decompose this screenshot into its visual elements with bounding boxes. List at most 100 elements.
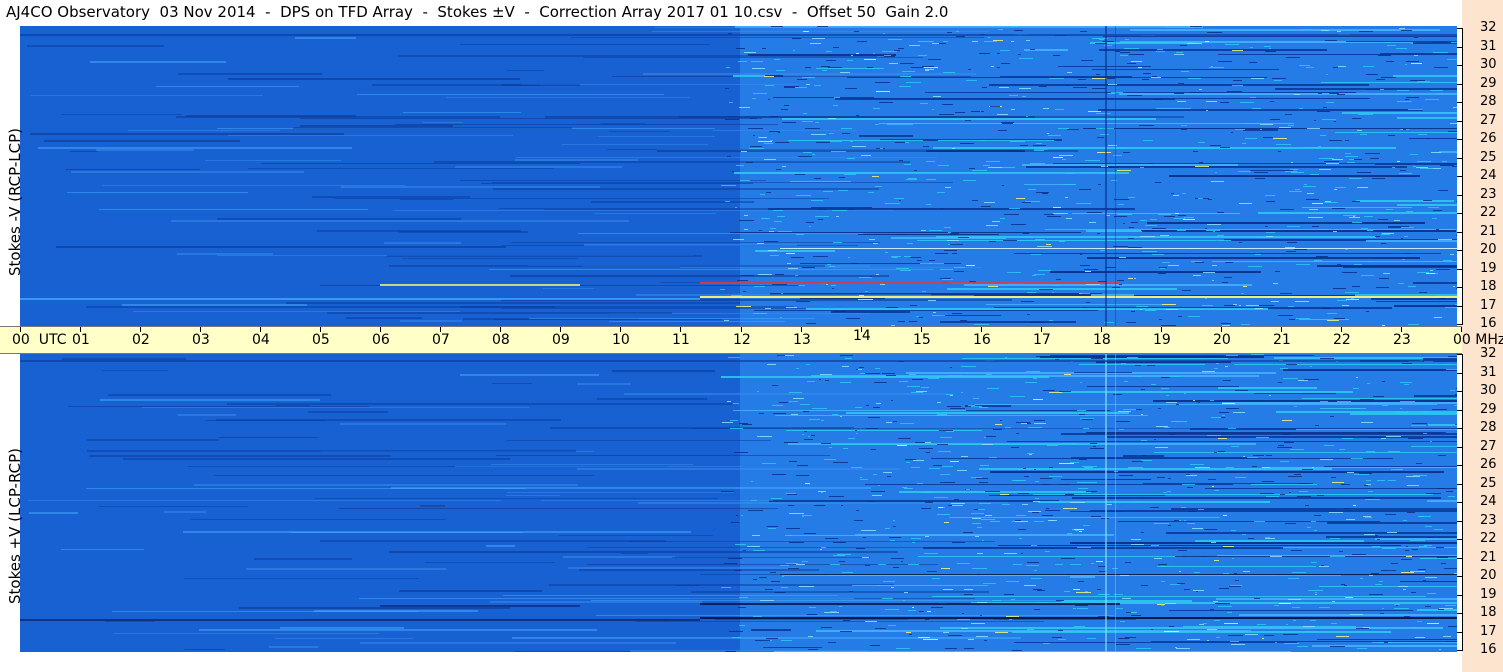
texture-cell bbox=[1289, 191, 1302, 192]
texture-cell bbox=[1286, 57, 1300, 58]
texture-cell bbox=[958, 237, 969, 238]
texture-cell bbox=[359, 598, 854, 599]
texture-cell bbox=[982, 540, 984, 541]
texture-cell bbox=[1079, 189, 1091, 190]
texture-cell bbox=[1096, 561, 1103, 562]
texture-cell bbox=[1098, 616, 1109, 617]
texture-cell bbox=[759, 577, 767, 578]
texture-cell bbox=[995, 632, 1008, 633]
texture-cell bbox=[778, 132, 780, 133]
texture-cell bbox=[71, 171, 304, 173]
texture-cell bbox=[1290, 169, 1298, 170]
texture-cell bbox=[851, 263, 859, 264]
texture-cell bbox=[1353, 505, 1356, 506]
texture-cell bbox=[1019, 538, 1022, 539]
texture-cell bbox=[788, 505, 794, 506]
texture-cell bbox=[923, 492, 932, 493]
texture-cell bbox=[1067, 129, 1079, 130]
texture-cell bbox=[725, 88, 729, 89]
texture-cell bbox=[1448, 131, 1457, 132]
spectrogram-image bbox=[20, 352, 1457, 652]
texture-cell bbox=[1176, 648, 1190, 649]
texture-cell bbox=[984, 437, 986, 438]
texture-cell bbox=[1047, 133, 1049, 134]
texture-cell bbox=[1289, 492, 1291, 493]
texture-cell bbox=[919, 448, 933, 449]
texture-cell bbox=[789, 401, 798, 402]
texture-cell bbox=[583, 57, 923, 58]
texture-cell bbox=[1158, 408, 1161, 409]
texture-cell bbox=[1408, 324, 1419, 325]
texture-cell bbox=[832, 210, 847, 211]
texture-cell bbox=[1061, 558, 1075, 559]
texture-cell bbox=[1401, 572, 1414, 573]
texture-cell bbox=[1131, 539, 1141, 540]
texture-cell bbox=[1291, 550, 1302, 551]
texture-cell bbox=[1048, 135, 1061, 136]
texture-cell bbox=[994, 238, 1006, 239]
texture-cell bbox=[985, 515, 992, 516]
texture-cell bbox=[743, 291, 746, 292]
texture-cell bbox=[105, 621, 155, 622]
texture-cell bbox=[763, 647, 822, 648]
texture-cell bbox=[1377, 480, 1385, 481]
texture-cell bbox=[1324, 161, 1339, 162]
texture-cell bbox=[1398, 283, 1404, 284]
frequency-tick-label: 22 bbox=[1480, 531, 1497, 546]
texture-cell bbox=[99, 209, 368, 210]
texture-cell bbox=[825, 538, 838, 539]
texture-cell bbox=[1400, 581, 1457, 582]
texture-cell bbox=[806, 364, 810, 365]
texture-cell bbox=[1187, 639, 1200, 640]
texture-cell bbox=[1061, 600, 1192, 602]
texture-cell bbox=[1063, 184, 1076, 185]
texture-cell bbox=[183, 531, 691, 533]
texture-cell bbox=[1294, 406, 1297, 407]
texture-cell bbox=[979, 503, 991, 504]
texture-cell bbox=[952, 542, 965, 543]
texture-cell bbox=[855, 407, 862, 408]
texture-cell bbox=[1022, 504, 1028, 505]
texture-cell bbox=[1358, 114, 1373, 115]
texture-cell bbox=[1239, 203, 1252, 204]
texture-cell bbox=[1413, 282, 1457, 284]
texture-cell bbox=[1255, 237, 1265, 238]
texture-cell bbox=[1140, 167, 1144, 168]
texture-cell bbox=[1251, 354, 1264, 355]
texture-cell bbox=[866, 405, 869, 406]
texture-cell bbox=[816, 142, 830, 143]
texture-cell bbox=[739, 625, 745, 626]
frequency-tick bbox=[1457, 324, 1463, 325]
texture-cell bbox=[1222, 282, 1228, 283]
texture-cell bbox=[1141, 532, 1144, 533]
time-tick-label: 07 bbox=[432, 332, 450, 348]
texture-cell bbox=[1120, 55, 1128, 56]
texture-cell bbox=[765, 589, 773, 590]
time-tick-label: 06 bbox=[372, 332, 390, 348]
frequency-tick-label: 19 bbox=[1480, 261, 1497, 276]
texture-cell bbox=[1050, 271, 1261, 273]
texture-cell bbox=[1366, 89, 1380, 90]
texture-cell bbox=[1124, 48, 1139, 49]
texture-cell bbox=[1045, 510, 1060, 511]
texture-cell bbox=[1096, 113, 1111, 114]
texture-cell bbox=[1076, 203, 1091, 204]
texture-cell bbox=[1046, 244, 1051, 245]
texture-cell bbox=[832, 414, 838, 415]
texture-cell bbox=[790, 181, 851, 182]
texture-cell bbox=[784, 105, 789, 106]
texture-cell bbox=[1329, 93, 1339, 94]
texture-cell bbox=[814, 85, 821, 86]
texture-cell bbox=[1027, 453, 1034, 454]
texture-cell bbox=[1401, 238, 1403, 239]
texture-cell bbox=[1099, 49, 1327, 51]
texture-cell bbox=[1232, 85, 1243, 86]
texture-cell bbox=[1174, 218, 1185, 219]
texture-cell bbox=[1236, 261, 1239, 262]
texture-cell bbox=[1131, 311, 1135, 312]
texture-cell bbox=[643, 73, 976, 75]
texture-cell bbox=[286, 302, 740, 304]
texture-cell bbox=[1100, 134, 1109, 135]
texture-cell bbox=[1119, 284, 1122, 285]
texture-cell bbox=[609, 131, 670, 132]
